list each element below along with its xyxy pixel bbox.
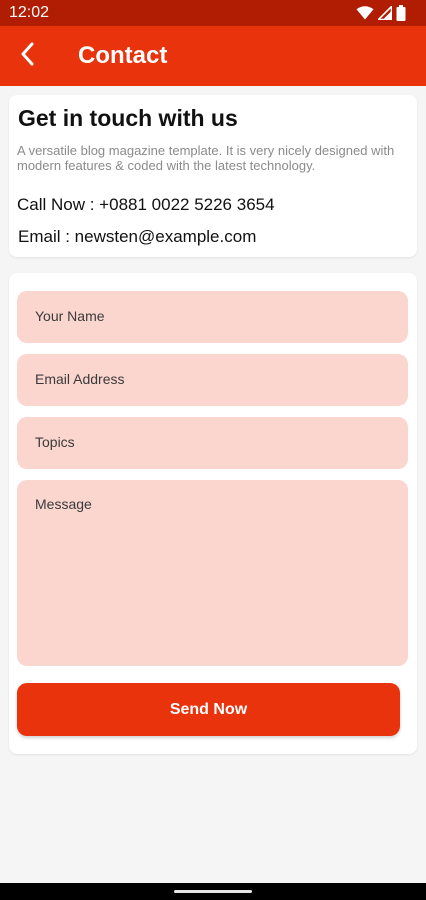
status-bar: 12:02: [0, 0, 426, 26]
page-title: Contact: [78, 42, 168, 69]
status-time: 12:02: [9, 4, 50, 21]
message-field[interactable]: Message: [17, 480, 408, 666]
info-heading: Get in touch with us: [18, 105, 238, 131]
topics-field-label: Topics: [35, 434, 75, 450]
contact-info-card: Get in touch with us A versatile blog ma…: [9, 95, 417, 257]
message-field-label: Message: [35, 496, 92, 512]
name-field[interactable]: Your Name: [17, 291, 408, 343]
name-field-label: Your Name: [35, 308, 105, 324]
signal-icon: [378, 6, 392, 20]
back-button[interactable]: [8, 36, 48, 76]
chevron-left-icon: [19, 42, 37, 71]
info-description: A versatile blog magazine template. It i…: [17, 143, 395, 173]
email-text: Email : newsten@example.com: [18, 227, 257, 246]
home-indicator[interactable]: [174, 890, 252, 893]
call-now-text: Call Now : +0881 0022 5226 3654: [17, 195, 275, 214]
wifi-icon: [356, 6, 374, 20]
email-field-label: Email Address: [35, 371, 125, 387]
email-field[interactable]: Email Address: [17, 354, 408, 406]
send-now-button[interactable]: Send Now: [17, 683, 400, 736]
contact-form: Your Name Email Address Topics Message S…: [9, 273, 417, 754]
navigation-bar: [0, 883, 426, 900]
status-icons: [356, 5, 406, 21]
battery-icon: [396, 5, 406, 21]
app-bar: Contact: [0, 26, 426, 86]
topics-field[interactable]: Topics: [17, 417, 408, 469]
